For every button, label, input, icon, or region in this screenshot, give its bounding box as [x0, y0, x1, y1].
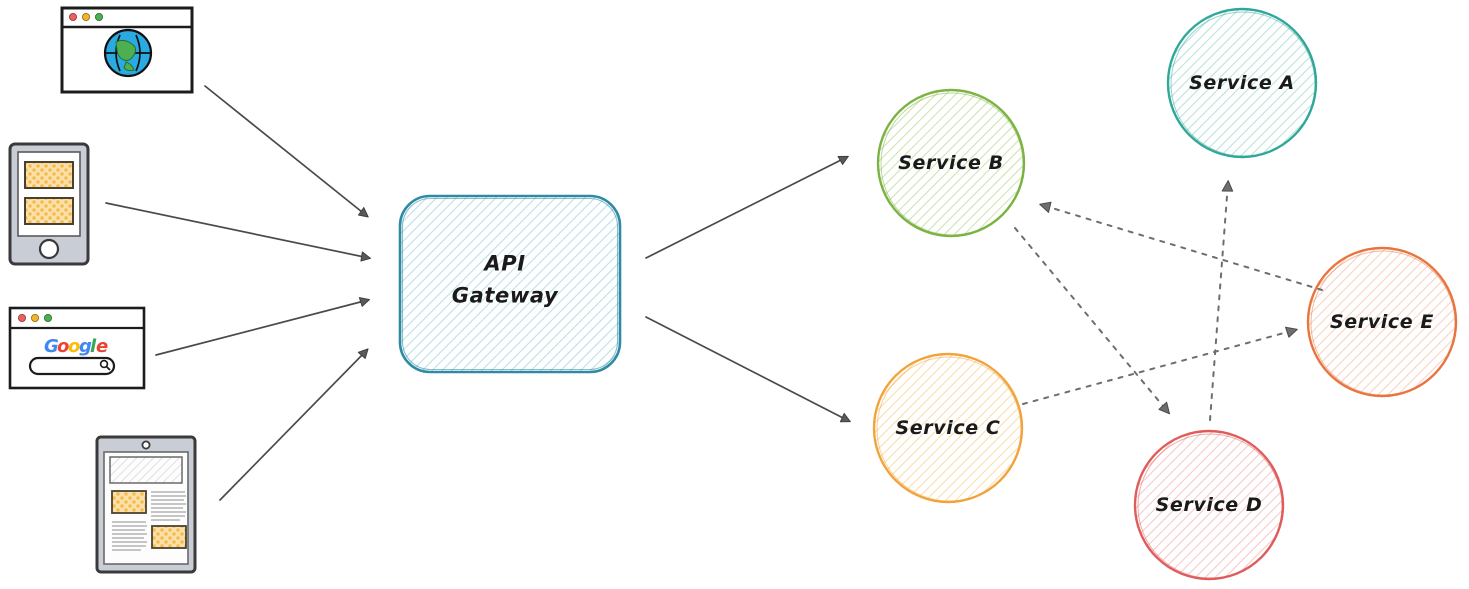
- service-c[interactable]: [872, 352, 1024, 504]
- api-gateway-shape: [398, 194, 622, 374]
- edge-phone-to-gateway: [105, 202, 372, 262]
- client-tablet[interactable]: [95, 435, 197, 574]
- window-maximize-dot-icon[interactable]: [44, 313, 53, 322]
- edge-service-c-to-service-e: [1022, 326, 1298, 405]
- edge-google-to-gateway: [155, 297, 370, 356]
- edge-service-d-to-service-a: [1209, 180, 1234, 421]
- client-browser-google[interactable]: G o o g l e: [8, 306, 146, 390]
- client-smartphone[interactable]: [8, 142, 90, 266]
- window-minimize-dot-icon[interactable]: [30, 313, 39, 322]
- edge-service-b-to-service-d: [1014, 227, 1171, 415]
- edge-tablet-to-gateway: [219, 348, 369, 501]
- window-close-dot-icon[interactable]: [17, 313, 26, 322]
- service-a[interactable]: [1166, 7, 1318, 159]
- edge-gateway-to-service-c: [645, 316, 851, 423]
- tablet-content-block-2: [151, 525, 187, 549]
- edge-gateway-to-service-b: [645, 155, 849, 259]
- tablet-content-block-1: [111, 490, 147, 514]
- window-close-dot-icon[interactable]: [69, 12, 78, 21]
- service-b[interactable]: [876, 88, 1026, 238]
- window-minimize-dot-icon[interactable]: [82, 12, 91, 21]
- diagram-canvas: G o o g l e: [8, 6, 1458, 581]
- service-e[interactable]: [1306, 246, 1458, 398]
- phone-home-button[interactable]: [38, 238, 60, 260]
- tablet-hero-image: [109, 456, 183, 484]
- edge-browser-to-gateway: [204, 85, 369, 218]
- api-gateway[interactable]: [398, 194, 622, 374]
- tablet-camera-icon: [141, 440, 151, 450]
- google-logo: G o o g l e: [44, 336, 108, 357]
- svg-text:e: e: [96, 336, 108, 357]
- phone-content-block-2: [24, 197, 74, 225]
- client-browser-globe[interactable]: [60, 6, 194, 94]
- globe-icon: [103, 28, 153, 78]
- window-maximize-dot-icon[interactable]: [95, 12, 104, 21]
- edge-service-e-to-service-b: [1039, 201, 1323, 291]
- service-d[interactable]: [1133, 429, 1285, 581]
- phone-content-block-1: [24, 161, 74, 189]
